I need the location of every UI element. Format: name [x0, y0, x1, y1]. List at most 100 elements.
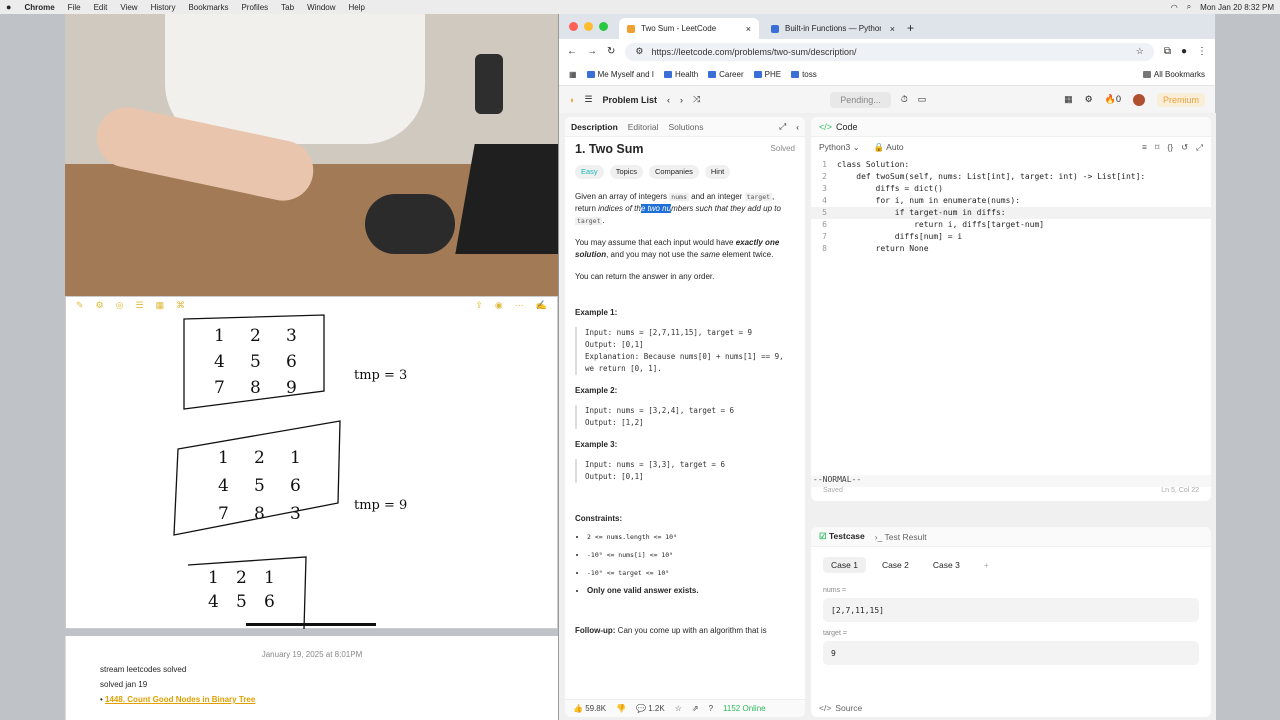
- tab-testcase[interactable]: ☑ Testcase: [819, 531, 865, 542]
- case-tab[interactable]: Case 3: [925, 557, 968, 573]
- notes-icon[interactable]: ▭: [918, 94, 927, 105]
- premium-button[interactable]: Premium: [1156, 92, 1205, 107]
- topics-tag[interactable]: Topics: [609, 165, 643, 179]
- tab-two-sum[interactable]: Two Sum - LeetCode ×: [619, 18, 759, 39]
- case-tab[interactable]: Case 2: [874, 557, 917, 573]
- whiteboard-digit: 3: [290, 504, 301, 524]
- bookmark-item[interactable]: PHE: [753, 70, 781, 79]
- gear-icon[interactable]: ⚙: [1085, 94, 1093, 105]
- bookmark-item[interactable]: toss: [791, 70, 817, 79]
- forward-icon[interactable]: →: [587, 46, 597, 57]
- menu-profiles[interactable]: Profiles: [241, 3, 268, 12]
- source-button[interactable]: </> Source: [811, 699, 870, 717]
- tab-solutions[interactable]: Solutions: [668, 122, 703, 132]
- notes-panel[interactable]: January 19, 2025 at 8:01PM stream leetco…: [65, 636, 558, 720]
- hint-tag[interactable]: Hint: [704, 165, 731, 179]
- checklist-icon[interactable]: ☰: [135, 300, 143, 311]
- minimize-window-button[interactable]: [584, 22, 593, 31]
- menu-view[interactable]: View: [120, 3, 137, 12]
- language-select[interactable]: Python3 ⌄: [819, 142, 860, 153]
- zoom-window-button[interactable]: [599, 22, 608, 31]
- markup-icon[interactable]: ◉: [495, 300, 503, 311]
- address-bar[interactable]: ⚙ https://leetcode.com/problems/two-sum/…: [625, 42, 1154, 61]
- like-button[interactable]: 👍 59.8K: [573, 704, 606, 713]
- braces-icon[interactable]: {}: [1167, 142, 1173, 153]
- tab-description[interactable]: Description: [571, 122, 618, 132]
- description-paragraph-3: You can return the answer in any order.: [575, 272, 715, 281]
- bookmark-item[interactable]: Health: [664, 70, 698, 79]
- timer-icon[interactable]: ⏱: [901, 94, 908, 105]
- problem-list-link[interactable]: Problem List: [603, 95, 658, 105]
- case-tab[interactable]: Case 1: [823, 557, 866, 573]
- prev-problem-icon[interactable]: ‹: [667, 95, 670, 105]
- apple-icon[interactable]: ●: [6, 2, 11, 12]
- menu-help[interactable]: Help: [349, 3, 365, 12]
- nums-input[interactable]: [2,7,11,15]: [823, 598, 1199, 622]
- constraint-item: Only one valid answer exists.: [587, 585, 795, 597]
- clock-text[interactable]: Mon Jan 20 8:32 PM: [1200, 3, 1274, 12]
- note-link-row: • 1448. Count Good Nodes in Binary Tree: [100, 695, 256, 704]
- layout-icon[interactable]: ▦: [1064, 94, 1073, 105]
- menu-icon[interactable]: ⋮: [1197, 46, 1207, 57]
- url-text[interactable]: https://leetcode.com/problems/two-sum/de…: [651, 47, 856, 57]
- reset-icon[interactable]: ↺: [1181, 142, 1188, 153]
- settings-icon[interactable]: ⚙: [96, 300, 104, 311]
- leetcode-logo-icon[interactable]: ◖: [569, 95, 574, 105]
- bookmark-icon[interactable]: ⌑: [1155, 142, 1159, 153]
- next-problem-icon[interactable]: ›: [680, 95, 683, 105]
- help-icon[interactable]: ?: [709, 704, 713, 713]
- shuffle-icon[interactable]: ⤨: [693, 94, 700, 105]
- close-tab-icon[interactable]: ×: [746, 24, 751, 34]
- tab-python-docs[interactable]: Built-in Functions — Python 3 ×: [763, 18, 903, 39]
- menu-window[interactable]: Window: [307, 3, 335, 12]
- extensions-icon[interactable]: ⧉: [1164, 46, 1171, 57]
- star-icon[interactable]: ☆: [675, 704, 682, 713]
- back-icon[interactable]: ←: [567, 46, 577, 57]
- star-icon[interactable]: ☆: [1136, 46, 1144, 57]
- bookmark-item[interactable]: Me Myself and I: [586, 70, 654, 79]
- wifi-icon[interactable]: ◠: [1171, 3, 1178, 12]
- table-icon[interactable]: ▦: [156, 300, 165, 311]
- fullscreen-icon[interactable]: ⤢: [1196, 142, 1203, 153]
- tab-editorial[interactable]: Editorial: [628, 122, 659, 132]
- note-link[interactable]: 1448. Count Good Nodes in Binary Tree: [105, 695, 255, 704]
- comments-button[interactable]: 💬 1.2K: [636, 704, 665, 713]
- attach-icon[interactable]: ⌘: [176, 300, 185, 311]
- bookmark-item[interactable]: Career: [708, 70, 744, 79]
- close-tab-icon[interactable]: ×: [890, 24, 895, 34]
- reload-icon[interactable]: ↻: [607, 46, 615, 57]
- site-info-icon[interactable]: ⚙: [635, 46, 643, 57]
- dislike-button[interactable]: 👎: [616, 704, 626, 713]
- bookmarks-bar: ▦ Me Myself and I Health Career PHE toss…: [559, 64, 1215, 86]
- format-icon[interactable]: ≡: [1142, 142, 1147, 153]
- menu-tab[interactable]: Tab: [281, 3, 294, 12]
- share-icon[interactable]: ⇗: [692, 704, 699, 713]
- close-window-button[interactable]: [569, 22, 578, 31]
- avatar[interactable]: [1132, 93, 1145, 106]
- menu-file[interactable]: File: [68, 3, 81, 12]
- apps-icon[interactable]: ▦: [569, 70, 577, 79]
- search-icon[interactable]: ⌕: [1187, 2, 1191, 12]
- eraser-icon[interactable]: ◎: [116, 300, 124, 311]
- share-icon[interactable]: ⇪: [475, 300, 483, 311]
- menu-app-name[interactable]: Chrome: [24, 3, 54, 12]
- more-icon[interactable]: ⋯: [515, 300, 524, 311]
- code-editor[interactable]: 1 class Solution: 2 def twoSum(self, nums…: [811, 157, 1211, 255]
- companies-tag[interactable]: Companies: [648, 165, 699, 179]
- all-bookmarks[interactable]: All Bookmarks: [1142, 70, 1205, 79]
- auto-mode[interactable]: 🔒 Auto: [874, 142, 904, 153]
- collapse-icon[interactable]: ‹: [796, 122, 799, 132]
- tab-test-result[interactable]: ›_ Test Result: [875, 532, 927, 542]
- menu-bookmarks[interactable]: Bookmarks: [188, 3, 228, 12]
- expand-icon[interactable]: ⤢: [779, 121, 786, 132]
- new-tab-icon[interactable]: +: [907, 21, 914, 35]
- streak-counter[interactable]: 🔥0: [1105, 94, 1121, 105]
- menu-history[interactable]: History: [151, 3, 176, 12]
- profile-icon[interactable]: ●: [1181, 46, 1187, 57]
- pen-icon[interactable]: ✎: [76, 300, 84, 311]
- menu-edit[interactable]: Edit: [94, 3, 108, 12]
- target-input[interactable]: 9: [823, 641, 1199, 665]
- whiteboard-panel[interactable]: ✎ ⚙ ◎ ☰ ▦ ⌘ ⇪ ◉ ⋯ ✍ 12345678912145678312…: [65, 296, 558, 629]
- compose-icon[interactable]: ✍: [536, 300, 547, 311]
- add-case-icon[interactable]: +: [976, 557, 997, 573]
